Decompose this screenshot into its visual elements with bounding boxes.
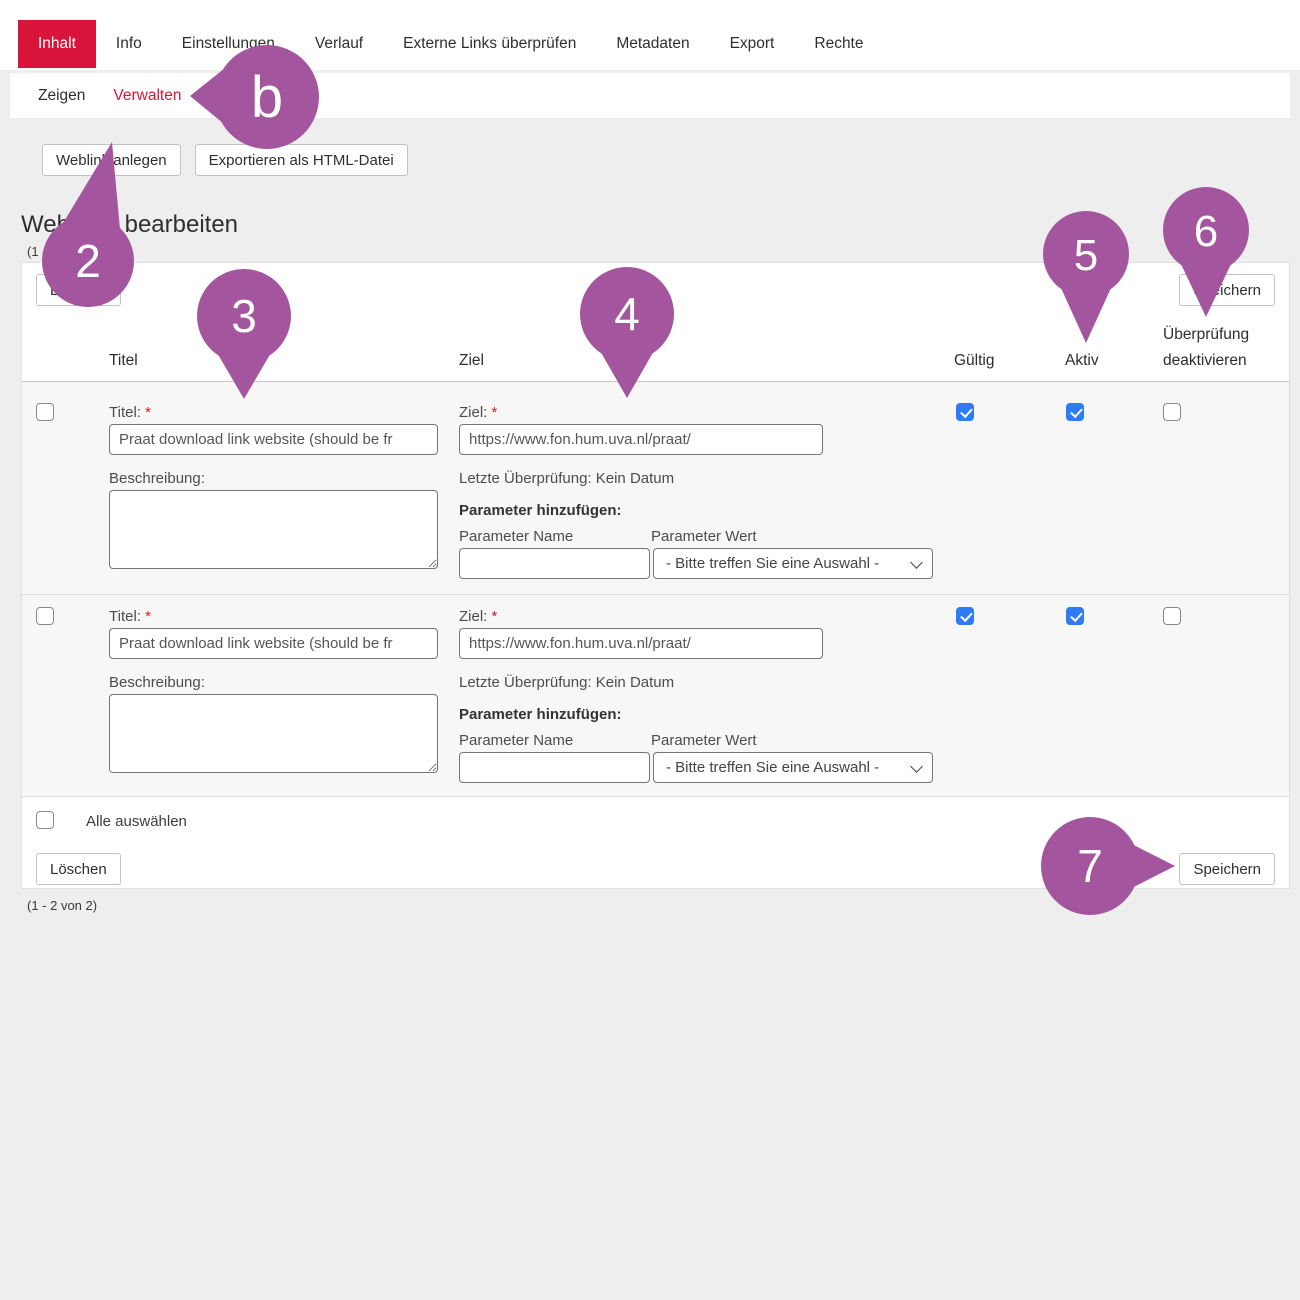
letzte-ueberpruefung-text: Letzte Überprüfung: Kein Datum (459, 674, 674, 691)
page-title: Weblinks bearbeiten (21, 211, 238, 239)
aktiv-checkbox[interactable] (1066, 403, 1084, 421)
ziel-input[interactable] (459, 424, 823, 455)
parameter-name-input[interactable] (459, 548, 650, 579)
tab-verlauf[interactable]: Verlauf (295, 20, 383, 68)
column-header-ueberpruefung-line1: Überprüfung (1163, 326, 1249, 344)
select-all-checkbox[interactable] (36, 811, 54, 829)
tab-info[interactable]: Info (96, 20, 162, 68)
ueberpruefung-deaktivieren-checkbox[interactable] (1163, 607, 1181, 625)
titel-label: Titel: * (109, 608, 151, 625)
column-header-ueberpruefung-line2: deaktivieren (1163, 352, 1247, 370)
ziel-label: Ziel: * (459, 404, 497, 421)
tab-export[interactable]: Export (710, 20, 795, 68)
titel-label: Titel: * (109, 404, 151, 421)
parameter-wert-select[interactable]: - Bitte treffen Sie eine Auswahl - (653, 548, 933, 579)
column-header-aktiv: Aktiv (1065, 352, 1099, 370)
subtab-zeigen[interactable]: Zeigen (24, 73, 99, 118)
titel-input[interactable] (109, 424, 438, 455)
weblinks-table: Löschen Speichern Titel Ziel Gültig Akti… (21, 262, 1290, 889)
tab-rechte[interactable]: Rechte (794, 20, 883, 68)
weblink-row-1: Titel: * Ziel: * Beschreibung: Letzte Üb… (22, 390, 1289, 594)
gueltig-checkbox[interactable] (956, 403, 974, 421)
page: { "colors":{"accent_red":"#d9143a","mark… (0, 0, 1300, 1300)
parameter-name-input[interactable] (459, 752, 650, 783)
beschreibung-label: Beschreibung: (109, 674, 205, 691)
column-header-ziel: Ziel (459, 352, 484, 370)
toolbar: Weblink anlegen Exportieren als HTML-Dat… (42, 144, 408, 176)
column-header-gueltig: Gültig (954, 352, 995, 370)
gueltig-checkbox[interactable] (956, 607, 974, 625)
ziel-input[interactable] (459, 628, 823, 659)
parameter-heading: Parameter hinzufügen: (459, 502, 622, 519)
parameter-name-label: Parameter Name (459, 528, 573, 545)
parameter-wert-select[interactable]: - Bitte treffen Sie eine Auswahl - (653, 752, 933, 783)
save-button-bottom[interactable]: Speichern (1179, 853, 1275, 885)
svg-text:6: 6 (1194, 207, 1218, 256)
tab-einstellungen[interactable]: Einstellungen (162, 20, 295, 68)
save-button-top[interactable]: Speichern (1179, 274, 1275, 306)
parameter-wert-select-wrap: - Bitte treffen Sie eine Auswahl - (653, 548, 933, 579)
ueberpruefung-deaktivieren-checkbox[interactable] (1163, 403, 1181, 421)
main-tab-bar: Inhalt Info Einstellungen Verlauf Extern… (0, 0, 1300, 70)
tab-inhalt[interactable]: Inhalt (18, 20, 96, 68)
delete-button-bottom[interactable]: Löschen (36, 853, 121, 885)
parameter-heading: Parameter hinzufügen: (459, 706, 622, 723)
parameter-wert-label: Parameter Wert (651, 732, 757, 749)
export-html-button[interactable]: Exportieren als HTML-Datei (195, 144, 408, 176)
row-select-checkbox[interactable] (36, 607, 54, 625)
create-weblink-button[interactable]: Weblink anlegen (42, 144, 181, 176)
titel-input[interactable] (109, 628, 438, 659)
subtab-verwalten[interactable]: Verwalten (99, 73, 195, 118)
delete-button-top[interactable]: Löschen (36, 274, 121, 306)
select-all-label: Alle auswählen (86, 813, 187, 830)
row-select-checkbox[interactable] (36, 403, 54, 421)
tab-externe-links-ueberpruefen[interactable]: Externe Links überprüfen (383, 20, 596, 68)
parameter-name-label: Parameter Name (459, 732, 573, 749)
result-range-top: (1 - 2 von 2) (27, 244, 97, 259)
column-header-titel: Titel (109, 352, 138, 370)
aktiv-checkbox[interactable] (1066, 607, 1084, 625)
parameter-wert-label: Parameter Wert (651, 528, 757, 545)
parameter-wert-select-wrap: - Bitte treffen Sie eine Auswahl - (653, 752, 933, 783)
result-range-bottom: (1 - 2 von 2) (27, 898, 97, 913)
beschreibung-label: Beschreibung: (109, 470, 205, 487)
sub-tab-bar: Zeigen Verwalten (10, 73, 1290, 118)
letzte-ueberpruefung-text: Letzte Überprüfung: Kein Datum (459, 470, 674, 487)
beschreibung-textarea[interactable] (109, 490, 438, 569)
tab-metadaten[interactable]: Metadaten (596, 20, 709, 68)
ziel-label: Ziel: * (459, 608, 497, 625)
beschreibung-textarea[interactable] (109, 694, 438, 773)
weblink-row-2: Titel: * Ziel: * Beschreibung: Letzte Üb… (22, 594, 1289, 798)
